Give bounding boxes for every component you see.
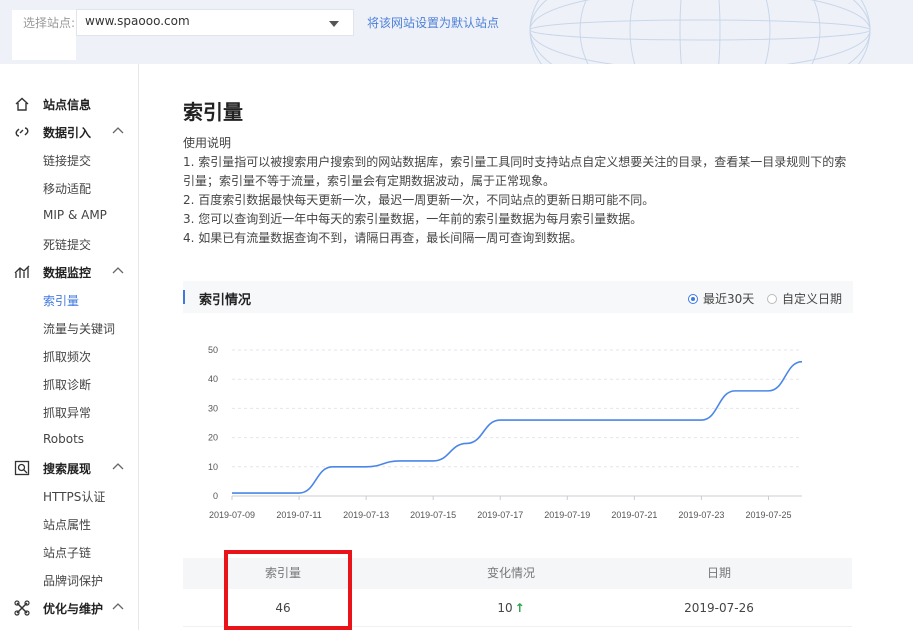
y-tick-label: 20 <box>208 433 218 443</box>
site-select-value: www.spaooo.com <box>85 14 190 28</box>
sidebar-item-label: 死链提交 <box>43 238 92 252</box>
top-bar: 选择站点: www.spaooo.com 将该网站设置为默认站点 <box>0 0 913 64</box>
optimize-icon <box>14 600 30 616</box>
table-header-date: 日期 <box>706 566 731 580</box>
sidebar-item-site-attributes[interactable]: 站点属性 <box>0 510 139 538</box>
x-tick-label: 2019-07-13 <box>343 510 389 520</box>
table-header-change: 变化情况 <box>486 566 535 580</box>
radio-label: 最近30天 <box>703 292 755 306</box>
sidebar-item-label: 移动适配 <box>43 182 92 196</box>
sidebar-item-brand-protection[interactable]: 品牌词保护 <box>0 566 139 594</box>
sidebar-item-traffic-keywords[interactable]: 流量与关键词 <box>0 314 139 342</box>
y-tick-label: 0 <box>213 491 218 501</box>
sidebar: 站点信息 数据引入 链接提交 移动适配 MIP & AMP 死链提交 数据监控 … <box>0 64 139 630</box>
chevron-up-icon[interactable] <box>112 126 124 136</box>
change-value: 10 <box>497 601 513 615</box>
x-tick-label: 2019-07-19 <box>544 510 590 520</box>
radio-recent-30-days[interactable]: 最近30天 <box>688 290 754 307</box>
sidebar-item-link-submit[interactable]: 链接提交 <box>0 146 139 174</box>
sidebar-group-label: 站点信息 <box>43 98 92 112</box>
table-cell-date: 2019-07-26 <box>684 601 754 615</box>
sidebar-item-label: 抓取诊断 <box>43 378 92 392</box>
set-default-site-link[interactable]: 将该网站设置为默认站点 <box>367 14 499 31</box>
arrow-up-icon: ↑ <box>514 601 525 615</box>
panel-title: 索引情况 <box>199 293 252 308</box>
data-import-icon <box>15 127 29 137</box>
usage-line: 3. 您可以查询到近一年中每天的索引量数据，一年前的索引量数据为每月索引量数据。 <box>183 212 643 226</box>
y-tick-label: 30 <box>208 403 218 413</box>
sidebar-item-label: 站点属性 <box>43 518 92 532</box>
sidebar-group-data-monitor[interactable]: 数据监控 <box>0 258 139 286</box>
sidebar-item-label: Robots <box>43 432 85 446</box>
x-tick-label: 2019-07-25 <box>745 510 791 520</box>
y-tick-label: 10 <box>208 462 218 472</box>
sidebar-item-label: 品牌词保护 <box>43 574 104 588</box>
sidebar-group-data-import[interactable]: 数据引入 <box>0 118 139 146</box>
monitor-icon <box>14 265 30 278</box>
site-select-label: 选择站点: <box>12 10 76 60</box>
sidebar-item-mip-amp[interactable]: MIP & AMP <box>0 202 139 230</box>
sidebar-item-robots[interactable]: Robots <box>0 426 139 454</box>
sidebar-item-label: 站点子链 <box>43 546 92 560</box>
sidebar-group-label: 数据引入 <box>43 126 92 140</box>
radio-custom-date[interactable]: 自定义日期 <box>767 290 842 307</box>
sidebar-item-site-info[interactable]: 站点信息 <box>0 90 139 118</box>
x-tick-label: 2019-07-11 <box>276 510 321 520</box>
sidebar-item-label: 抓取异常 <box>43 406 92 420</box>
index-panel-header: 索引情况 最近30天 自定义日期 <box>183 281 853 313</box>
panel-accent-bar <box>183 290 185 304</box>
sidebar-item-mobile-adapt[interactable]: 移动适配 <box>0 174 139 202</box>
x-tick-label: 2019-07-23 <box>678 510 724 520</box>
sidebar-item-label: 抓取频次 <box>43 350 92 364</box>
sidebar-group-label: 搜索展现 <box>43 462 92 476</box>
x-tick-label: 2019-07-17 <box>477 510 523 520</box>
usage-title: 使用说明 <box>183 136 232 150</box>
sidebar-item-label: MIP & AMP <box>43 208 107 222</box>
highlight-box <box>224 550 352 630</box>
usage-line: 2. 百度索引数据最快每天更新一次，最迟一周更新一次，不同站点的更新日期可能不同… <box>183 193 655 207</box>
y-tick-label: 50 <box>208 345 218 355</box>
sidebar-item-label: 链接提交 <box>43 154 92 168</box>
search-display-icon <box>14 460 30 476</box>
x-tick-label: 2019-07-21 <box>611 510 657 520</box>
usage-line: 1. 索引量指可以被搜索用户搜索到的网站数据库，索引量工具同时支持站点自定义想要… <box>183 155 847 188</box>
sidebar-item-index-volume[interactable]: 索引量 <box>0 286 139 314</box>
home-icon <box>15 97 29 111</box>
chevron-down-icon[interactable] <box>329 21 339 27</box>
sidebar-group-optimize[interactable]: 优化与维护 <box>0 594 139 622</box>
sidebar-item-label: HTTPS认证 <box>43 490 106 504</box>
series-line <box>231 360 803 494</box>
radio-unchecked-icon <box>767 294 777 304</box>
radio-checked-icon <box>688 294 698 304</box>
page-title: 索引量 <box>183 100 243 124</box>
chevron-up-icon[interactable] <box>112 602 124 612</box>
site-select-dropdown[interactable]: www.spaooo.com <box>76 9 354 36</box>
sidebar-item-crawl-diagnosis[interactable]: 抓取诊断 <box>0 370 139 398</box>
sidebar-item-label: 索引量 <box>43 294 80 308</box>
index-volume-chart: 0 10 20 30 40 50 2019-07-09 2019-07-11 2019-07-1… <box>208 345 803 520</box>
sidebar-group-label: 优化与维护 <box>43 602 104 616</box>
sidebar-item-crawl-frequency[interactable]: 抓取频次 <box>0 342 139 370</box>
sidebar-item-https[interactable]: HTTPS认证 <box>0 482 139 510</box>
sidebar-item-dead-link[interactable]: 死链提交 <box>0 230 139 258</box>
sidebar-group-search-display[interactable]: 搜索展现 <box>0 454 139 482</box>
usage-line: 4. 如果已有流量数据查询不到，请隔日再查，最长间隔一周可查询到数据。 <box>183 231 583 245</box>
usage-notes: 使用说明 1. 索引量指可以被搜索用户搜索到的网站数据库，索引量工具同时支持站点… <box>183 134 855 248</box>
chevron-up-icon[interactable] <box>112 266 124 276</box>
main-content: 索引量 使用说明 1. 索引量指可以被搜索用户搜索到的网站数据库，索引量工具同时… <box>139 64 913 630</box>
sidebar-item-label: 流量与关键词 <box>43 322 116 336</box>
globe-decoration-icon <box>529 0 871 64</box>
x-tick-label: 2019-07-09 <box>209 510 255 520</box>
sidebar-group-label: 数据监控 <box>43 266 92 280</box>
x-tick-label: 2019-07-15 <box>410 510 456 520</box>
chevron-up-icon[interactable] <box>112 462 124 472</box>
sidebar-item-sitelinks[interactable]: 站点子链 <box>0 538 139 566</box>
y-tick-label: 40 <box>208 374 218 384</box>
radio-label: 自定义日期 <box>782 292 843 306</box>
sidebar-item-crawl-errors[interactable]: 抓取异常 <box>0 398 139 426</box>
table-cell-change: 10 ↑ <box>411 589 611 627</box>
